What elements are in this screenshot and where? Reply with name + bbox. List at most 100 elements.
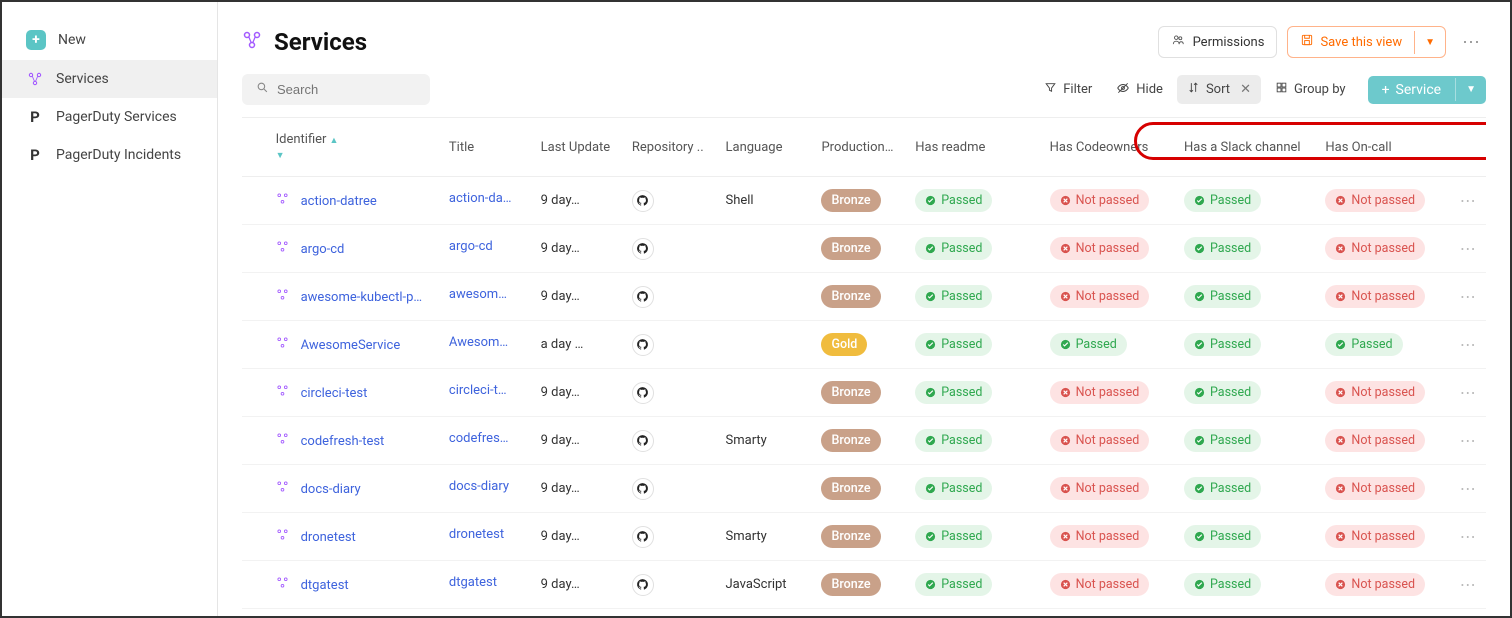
users-icon (1171, 33, 1185, 51)
identifier-link[interactable]: codefresh-test (301, 434, 385, 449)
identifier-link[interactable]: dtgatest (301, 578, 349, 593)
status-badge: Passed (915, 525, 992, 548)
status-badge: Passed (915, 381, 992, 404)
service-icon (276, 576, 289, 589)
status-badge: Not passed (1050, 429, 1150, 452)
sidebar-item[interactable]: PPagerDuty Incidents (2, 136, 217, 174)
sort-icon (1187, 81, 1200, 98)
github-icon[interactable] (632, 382, 654, 404)
status-badge: Passed (1184, 429, 1261, 452)
table-row[interactable]: codefresh-testcodefres…9 day…SmartyBronz… (242, 417, 1486, 465)
identifier-link[interactable]: argo-cd (301, 242, 345, 257)
table-row[interactable]: AwesomeServiceAwesome…a day …Gold Passed… (242, 321, 1486, 369)
title-link[interactable]: action-da… (449, 191, 512, 206)
col-has-oncall[interactable]: Has On-call (1317, 118, 1451, 177)
github-icon[interactable] (632, 286, 654, 308)
status-badge: Not passed (1325, 525, 1425, 548)
row-more-button[interactable]: ⋯ (1460, 335, 1476, 354)
search-box[interactable] (242, 74, 430, 105)
page-header: Services Permissions Save this view (242, 2, 1486, 66)
identifier-link[interactable]: circleci-test (301, 386, 368, 401)
nav-new-button[interactable]: + New (2, 20, 217, 60)
table-row[interactable]: dronetestdronetest9 day…SmartyBronze Pas… (242, 513, 1486, 561)
permissions-button[interactable]: Permissions (1158, 26, 1278, 58)
title-link[interactable]: dtgatest (449, 575, 497, 590)
github-icon[interactable] (632, 334, 654, 356)
title-link[interactable]: dronetest (449, 527, 504, 542)
new-service-button[interactable]: + Service ▼ (1368, 76, 1486, 104)
last-update-cell: 9 day… (533, 273, 624, 321)
identifier-link[interactable]: action-datree (301, 194, 377, 209)
save-view-button[interactable]: Save this view ▼ (1287, 26, 1446, 58)
github-icon[interactable] (632, 526, 654, 548)
save-view-dropdown[interactable]: ▼ (1414, 31, 1445, 54)
table-row[interactable]: docs-diarydocs-diary9 day…Bronze Passed … (242, 465, 1486, 513)
table-row[interactable]: awesome-kubectl-p…awesome…9 day…Bronze P… (242, 273, 1486, 321)
row-more-button[interactable]: ⋯ (1460, 383, 1476, 402)
table-row[interactable]: dtgatestdtgatest9 day…JavaScriptBronze P… (242, 561, 1486, 609)
tier-badge: Bronze (821, 525, 880, 548)
github-icon[interactable] (632, 574, 654, 596)
sort-button[interactable]: Sort ✕ (1177, 75, 1261, 104)
pagerduty-icon: P (26, 146, 44, 164)
status-badge: Passed (915, 429, 992, 452)
new-service-label: Service (1396, 82, 1442, 98)
table-row[interactable]: circleci-testcircleci-t…9 day…Bronze Pas… (242, 369, 1486, 417)
table-row[interactable]: fleet-infrafleet-infra9 dav…Basic Not pa… (242, 609, 1486, 617)
status-badge: Passed (1184, 237, 1261, 260)
row-more-button[interactable]: ⋯ (1460, 431, 1476, 450)
col-repository[interactable]: Repository .. (624, 118, 718, 177)
col-title[interactable]: Title (441, 118, 533, 177)
table-row[interactable]: argo-cdargo-cd9 day…Bronze Passed Not pa… (242, 225, 1486, 273)
new-service-dropdown[interactable]: ▼ (1455, 78, 1486, 101)
language-cell (718, 369, 814, 417)
title-link[interactable]: awesome… (449, 287, 513, 302)
title-link[interactable]: circleci-t… (449, 383, 507, 398)
header-more-button[interactable]: ⋯ (1456, 28, 1486, 57)
sidebar-item-label: Services (56, 71, 109, 87)
identifier-link[interactable]: dronetest (301, 530, 356, 545)
table-row[interactable]: action-datreeaction-da…9 day…ShellBronze… (242, 177, 1486, 225)
col-production[interactable]: Production… (813, 118, 907, 177)
col-identifier[interactable]: Identifier▲▼ (268, 118, 441, 177)
col-has-readme[interactable]: Has readme (907, 118, 1041, 177)
identifier-link[interactable]: AwesomeService (301, 338, 401, 353)
row-more-button[interactable]: ⋯ (1460, 527, 1476, 546)
github-icon[interactable] (632, 478, 654, 500)
github-icon[interactable] (632, 430, 654, 452)
language-cell (718, 321, 814, 369)
language-cell (718, 273, 814, 321)
row-more-button[interactable]: ⋯ (1460, 191, 1476, 210)
title-link[interactable]: docs-diary (449, 479, 509, 494)
github-icon[interactable] (632, 190, 654, 212)
github-icon[interactable] (632, 238, 654, 260)
hide-button[interactable]: Hide (1106, 75, 1173, 105)
sidebar-item[interactable]: Services (2, 60, 217, 98)
col-language[interactable]: Language (718, 118, 814, 177)
title-link[interactable]: Awesome… (449, 335, 513, 350)
row-more-button[interactable]: ⋯ (1460, 287, 1476, 306)
row-more-button[interactable]: ⋯ (1460, 239, 1476, 258)
status-badge: Passed (915, 573, 992, 596)
group-button[interactable]: Group by (1265, 75, 1356, 104)
col-last-update[interactable]: Last Update (533, 118, 624, 177)
col-has-slack[interactable]: Has a Slack channel (1176, 118, 1317, 177)
save-icon (1300, 33, 1314, 51)
title-link[interactable]: codefres… (449, 431, 509, 446)
row-more-button[interactable]: ⋯ (1460, 479, 1476, 498)
sidebar-item[interactable]: PPagerDuty Services (2, 98, 217, 136)
status-badge: Not passed (1050, 237, 1150, 260)
status-badge: Not passed (1050, 381, 1150, 404)
filter-button[interactable]: Filter (1034, 75, 1102, 104)
search-input[interactable] (277, 82, 416, 97)
hide-label: Hide (1136, 82, 1163, 97)
permissions-label: Permissions (1193, 35, 1265, 50)
language-cell: Shell (718, 177, 814, 225)
col-has-codeowners[interactable]: Has Codeowners (1042, 118, 1176, 177)
close-icon[interactable]: ✕ (1240, 82, 1251, 97)
language-cell: Smarty (718, 417, 814, 465)
identifier-link[interactable]: docs-diary (301, 482, 361, 497)
title-link[interactable]: argo-cd (449, 239, 493, 254)
identifier-link[interactable]: awesome-kubectl-p… (301, 290, 423, 305)
row-more-button[interactable]: ⋯ (1460, 575, 1476, 594)
